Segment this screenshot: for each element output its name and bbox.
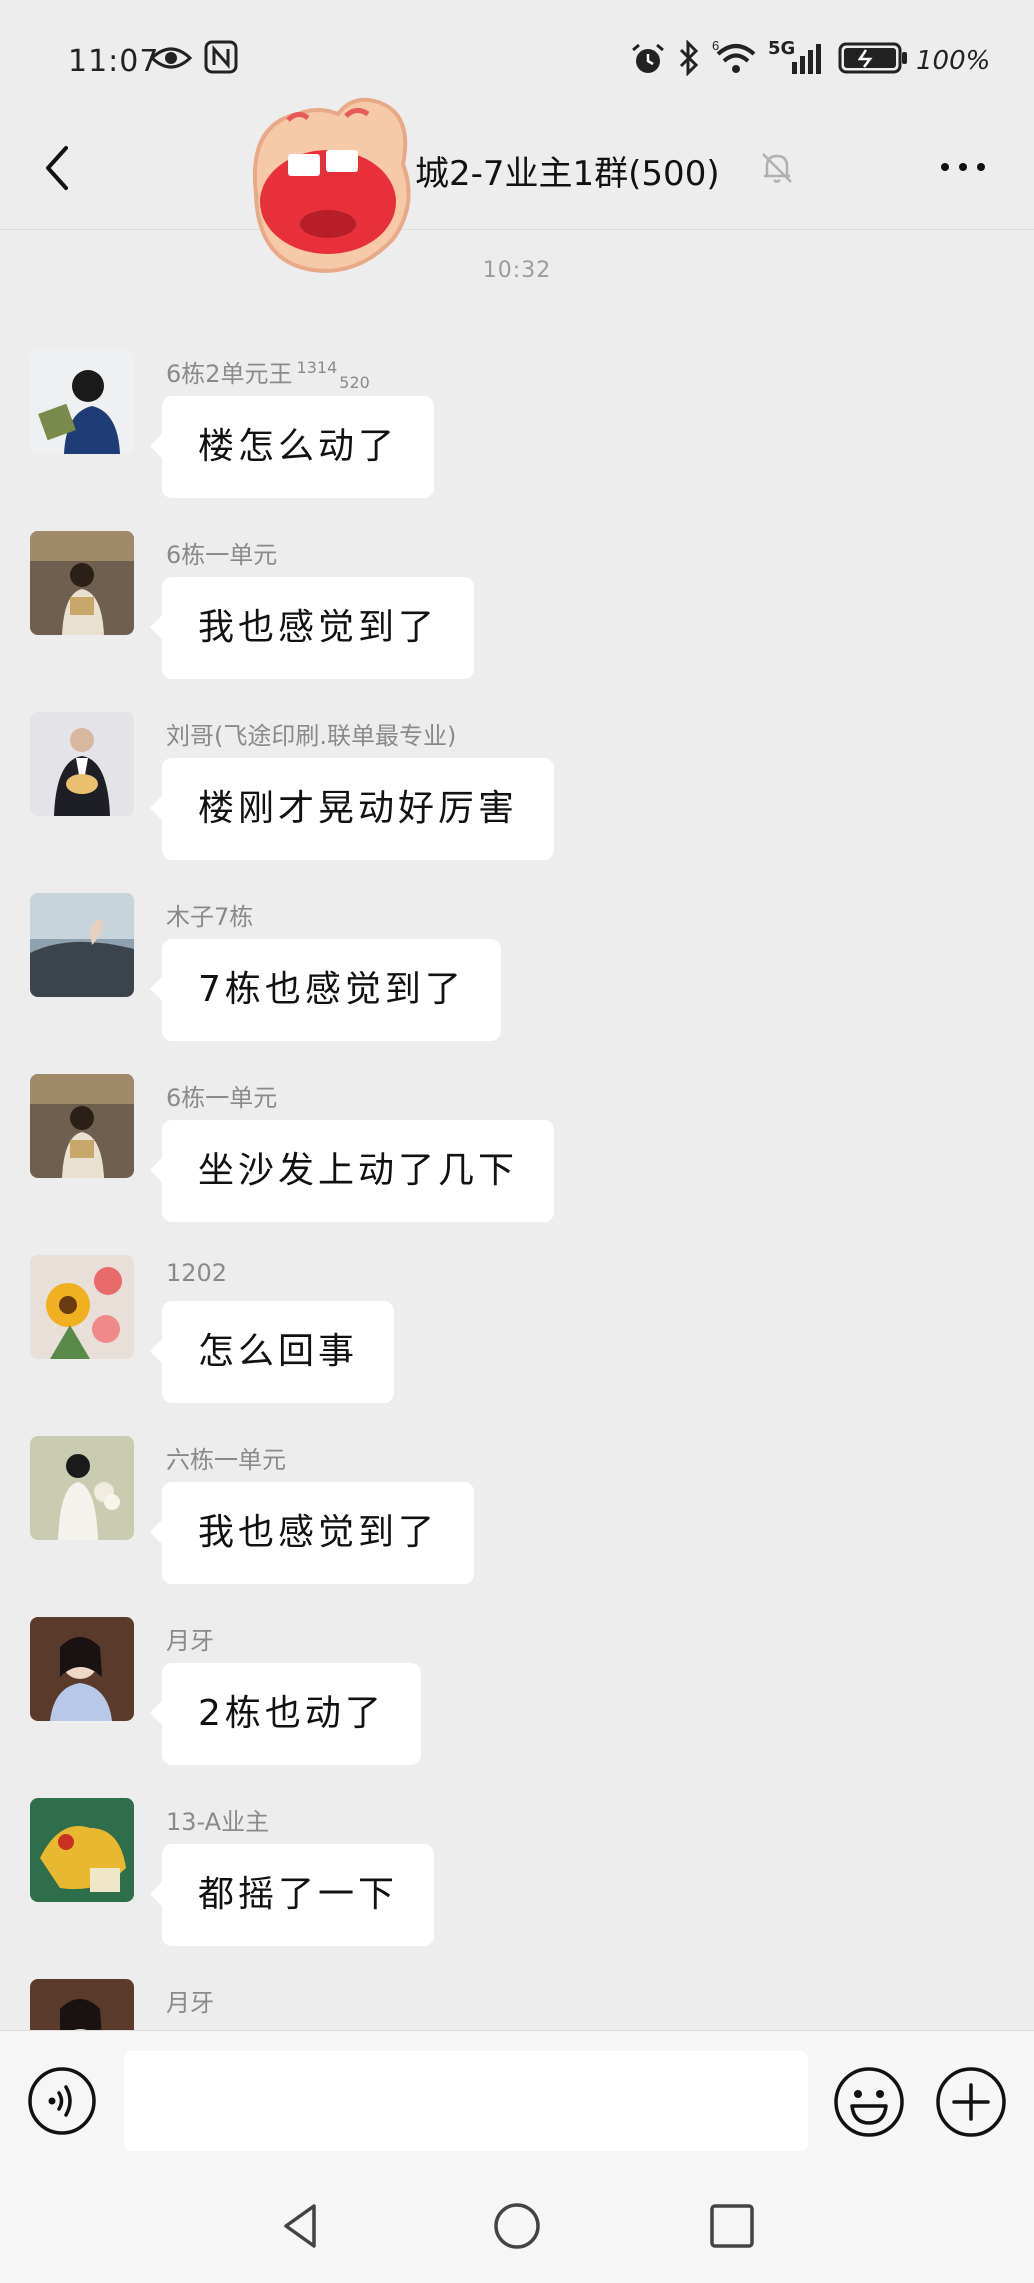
- bell-off-icon: [762, 153, 792, 183]
- sender-name: 六栋一单元: [166, 1446, 286, 1474]
- sender-name: 6栋一单元: [166, 1084, 278, 1112]
- status-bar: 11:07 6 5G 100%: [0, 0, 1034, 120]
- message-item: 6栋一单元 我也感觉到了: [0, 531, 1034, 701]
- message-bubble[interactable]: 我也感觉到了: [149, 577, 475, 679]
- avatar[interactable]: [30, 1617, 134, 1721]
- message-bubble[interactable]: 怎么回事: [149, 1301, 395, 1403]
- battery-icon: [838, 42, 907, 74]
- chat-timestamp: 10:32: [482, 258, 552, 283]
- message-item: 刘哥(飞途印刷.联单最专业) 楼刚才晃动好厉害: [0, 712, 1034, 882]
- message-item: 13-A业主 都摇了一下: [0, 1798, 1034, 1968]
- message-item: 1202 怎么回事: [0, 1255, 1034, 1425]
- message-bubble[interactable]: 坐沙发上动了几下: [149, 1120, 555, 1222]
- sender-name: 1202: [166, 1259, 228, 1287]
- chevron-left-icon[interactable]: [36, 138, 80, 198]
- back-triangle-icon[interactable]: [274, 2198, 330, 2254]
- avatar[interactable]: [30, 531, 134, 635]
- avatar[interactable]: [30, 1798, 134, 1902]
- message-item: 木子7栋 7栋也感觉到了: [0, 893, 1034, 1063]
- sender-name: 月牙: [166, 1627, 214, 1655]
- sender-name: 刘哥(飞途印刷.联单最专业): [166, 722, 457, 750]
- message-bubble[interactable]: 楼怎么动了: [149, 396, 435, 498]
- battery-percent: 100%: [916, 46, 991, 76]
- avatar[interactable]: [30, 350, 134, 454]
- system-navigation-bar: [0, 2170, 1034, 2283]
- message-item: 六栋一单元 我也感觉到了: [0, 1436, 1034, 1606]
- home-circle-icon[interactable]: [489, 2198, 545, 2254]
- message-input[interactable]: [124, 2051, 808, 2151]
- message-bubble[interactable]: 2栋也动了: [150, 1663, 421, 1765]
- message-item: 6栋2单元王 1314520 楼怎么动了: [0, 350, 1034, 520]
- svg-text:6: 6: [712, 38, 719, 53]
- bluetooth-icon: [679, 40, 699, 76]
- chat-title: 城2-7业主1群(500): [415, 154, 720, 194]
- sender-name: 木子7栋: [166, 903, 254, 931]
- message-item: 6栋一单元 坐沙发上动了几下: [0, 1074, 1034, 1244]
- message-input-bar: [0, 2030, 1034, 2170]
- avatar[interactable]: [30, 1436, 134, 1540]
- sender-name: 6栋一单元: [166, 541, 278, 569]
- avatar[interactable]: [30, 1255, 134, 1359]
- chat-header: 城2-7业主1群(500): [0, 120, 1034, 230]
- avatar[interactable]: [30, 1979, 134, 2030]
- voice-icon[interactable]: [26, 2065, 98, 2137]
- message-bubble[interactable]: 7栋也感觉到了: [150, 939, 501, 1041]
- avatar[interactable]: [30, 893, 134, 997]
- status-time: 11:07: [68, 44, 160, 79]
- message-bubble[interactable]: 都摇了一下: [149, 1844, 435, 1946]
- sender-name: 月牙: [166, 1989, 214, 2017]
- avatar[interactable]: [30, 1074, 134, 1178]
- avatar[interactable]: [30, 712, 134, 816]
- wifi-icon: 6: [712, 38, 756, 73]
- message-item: 月牙: [0, 1979, 1034, 2030]
- message-item: 月牙 2栋也动了: [0, 1617, 1034, 1787]
- emoji-icon[interactable]: [832, 2065, 906, 2139]
- more-dots-icon[interactable]: [934, 142, 992, 192]
- wechat-group-chat-screen: 11:07 6 5G 100% 城2-7业主1群(500) 10:32 6栋2单…: [0, 0, 1034, 2283]
- sender-name: 6栋2单元王 1314520: [166, 358, 370, 392]
- alarm-icon: [632, 43, 664, 73]
- laughing-sticker-icon: [253, 97, 411, 273]
- sender-name: 13-A业主: [166, 1808, 270, 1836]
- message-bubble[interactable]: 我也感觉到了: [149, 1482, 475, 1584]
- message-bubble[interactable]: 楼刚才晃动好厉害: [149, 758, 555, 860]
- plus-icon[interactable]: [934, 2065, 1008, 2139]
- recents-square-icon[interactable]: [704, 2198, 760, 2254]
- eye-icon: [150, 47, 192, 69]
- signal-icon: [792, 44, 821, 74]
- nfc-icon: [204, 40, 238, 74]
